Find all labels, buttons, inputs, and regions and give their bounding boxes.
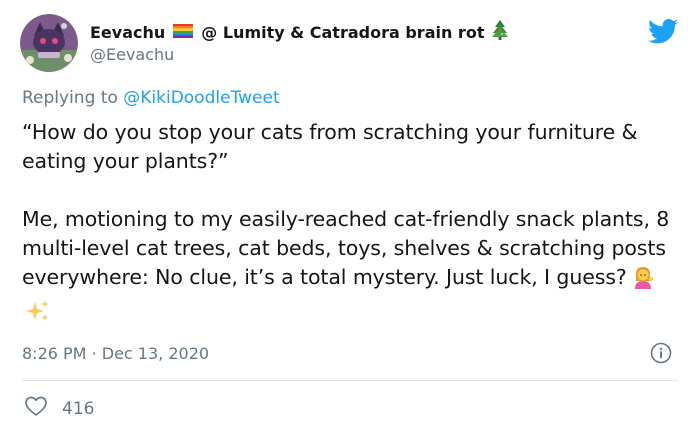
author-name-row[interactable]: Eevachu @ Lumity & Catradora brain rot xyxy=(90,20,640,44)
christmas-tree-icon xyxy=(492,20,509,44)
display-name[interactable]: Eevachu xyxy=(90,23,165,42)
tweet-paragraph-2-text: Me, motioning to my easily-reached cat-f… xyxy=(22,207,670,289)
meta-separator: · xyxy=(91,344,97,363)
twitter-bird-icon[interactable] xyxy=(648,19,678,48)
tweet-time: 8:26 PM xyxy=(22,344,87,363)
like-count: 416 xyxy=(62,398,95,419)
tweet-paragraph-2: Me, motioning to my easily-reached cat-f… xyxy=(22,205,682,331)
reply-prefix: Replying to xyxy=(22,88,118,108)
reply-context: Replying to @KikiDoodleTweet xyxy=(22,88,280,108)
tweet-timestamp[interactable]: 8:26 PM · Dec 13, 2020 xyxy=(22,344,209,363)
rainbow-flag-icon xyxy=(173,23,194,42)
tweet-date: Dec 13, 2020 xyxy=(101,344,210,363)
divider xyxy=(22,380,678,381)
heart-icon[interactable] xyxy=(24,395,48,422)
person-tipping-hand-icon xyxy=(631,265,655,297)
author-handle[interactable]: @Eevachu xyxy=(90,45,640,64)
tweet-paragraph-1: “How do you stop your cats from scratchi… xyxy=(22,120,638,173)
author-header: Eevachu @ Lumity & Catradora brain rot @… xyxy=(90,20,640,64)
like-button[interactable]: 416 xyxy=(24,395,94,422)
info-icon[interactable] xyxy=(650,342,672,368)
tweet-card: Eevachu @ Lumity & Catradora brain rot @… xyxy=(0,0,700,434)
avatar[interactable] xyxy=(20,14,78,72)
reply-mention-link[interactable]: @KikiDoodleTweet xyxy=(123,88,279,108)
tweet-text: “How do you stop your cats from scratchi… xyxy=(22,118,682,331)
display-name-suffix: @ Lumity & Catradora brain rot xyxy=(201,22,485,42)
purple-cat-avatar-icon xyxy=(20,14,78,72)
sparkles-icon xyxy=(26,299,50,331)
